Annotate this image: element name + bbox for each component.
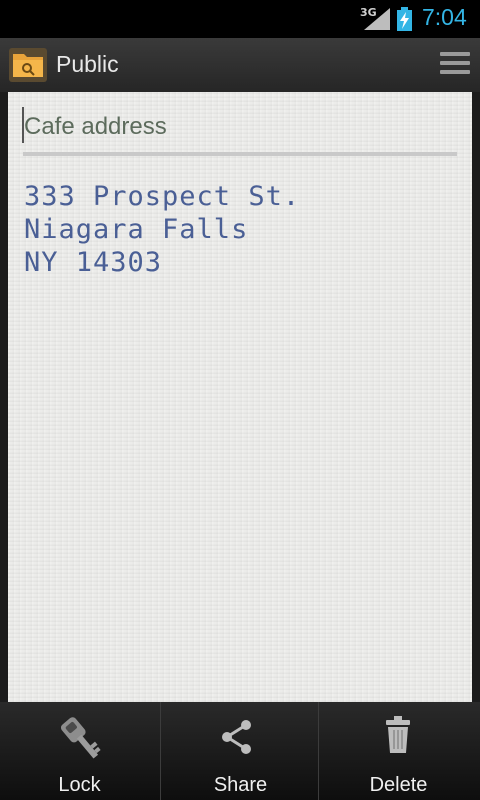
overflow-menu-icon[interactable] xyxy=(440,52,470,76)
share-icon xyxy=(222,720,251,754)
note-body-input[interactable]: 333 Prospect St. Niagara Falls NY 14303 xyxy=(24,180,454,279)
note-editor: Cafe address 333 Prospect St. Niagara Fa… xyxy=(8,92,472,702)
note-line: NY 14303 xyxy=(24,247,163,278)
folder-title: Public xyxy=(56,51,119,77)
delete-button[interactable]: Delete xyxy=(319,702,478,800)
lock-button[interactable]: Lock xyxy=(0,702,159,800)
key-icon xyxy=(60,717,101,759)
note-line: Niagara Falls xyxy=(24,214,249,245)
folder-search-icon[interactable] xyxy=(9,48,47,82)
delete-label: Delete xyxy=(369,774,428,796)
status-bar: 3G 7:04 xyxy=(0,0,480,38)
bottom-action-bar: Lock Share Delete xyxy=(0,702,480,800)
clock: 7:04 xyxy=(422,4,467,30)
share-label: Share xyxy=(213,774,268,796)
note-line: 333 Prospect St. xyxy=(24,181,301,212)
title-divider xyxy=(23,152,457,156)
lock-label: Lock xyxy=(58,774,101,796)
action-bar: Public xyxy=(0,38,480,92)
note-title-input[interactable]: Cafe address xyxy=(23,110,454,150)
battery-charging-icon xyxy=(397,7,412,31)
signal-icon xyxy=(364,8,390,30)
share-button[interactable]: Share xyxy=(161,702,320,800)
trash-icon xyxy=(386,716,410,753)
